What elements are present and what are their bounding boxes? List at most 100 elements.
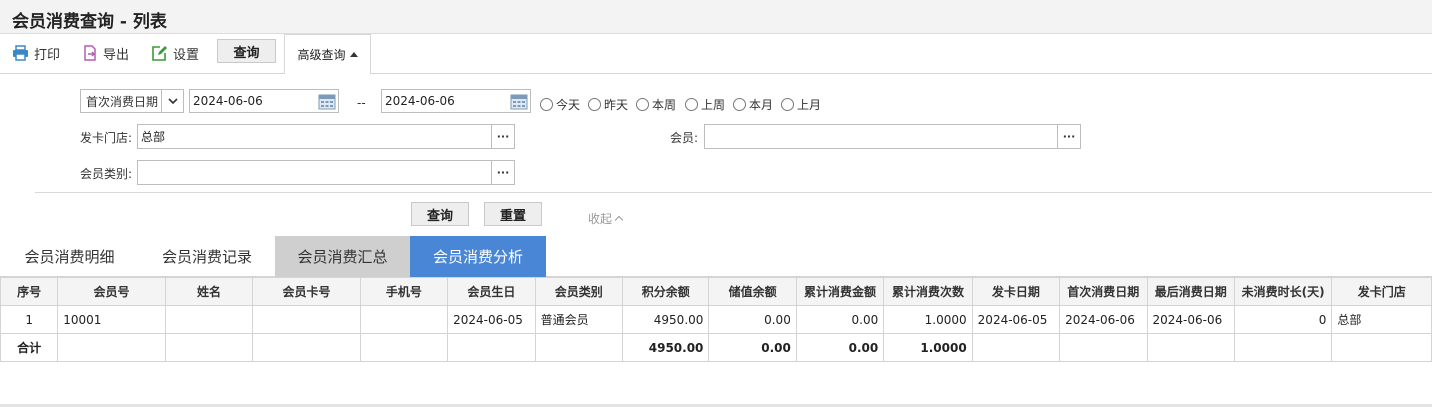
total-cell	[1146, 333, 1235, 362]
reset-button[interactable]: 重置	[484, 202, 542, 226]
member-field[interactable]: ···	[704, 124, 1081, 149]
total-cell	[1059, 333, 1148, 362]
date-type-select[interactable]: 首次消费日期	[80, 89, 184, 113]
toolbar-query-button[interactable]: 查询	[217, 39, 276, 63]
radio-circle	[588, 98, 601, 111]
table-cell: 0.00	[795, 305, 885, 334]
total-cell	[447, 333, 536, 362]
total-cell	[1331, 333, 1432, 362]
radio-last-week[interactable]: 上周	[685, 96, 725, 113]
table-cell: 2024-06-05	[447, 305, 536, 334]
store-field[interactable]: 总部 ···	[137, 124, 515, 149]
page-title: 会员消费查询 - 列表	[12, 12, 167, 32]
store-more-button[interactable]: ···	[491, 125, 514, 148]
column-header[interactable]: 未消费时长(天)	[1233, 277, 1333, 306]
tab-consumption-detail[interactable]: 会员消费明细	[0, 236, 139, 277]
date-to-field[interactable]: 2024-06-06	[381, 89, 531, 113]
column-header[interactable]: 会员生日	[447, 277, 536, 306]
toolbar: 打印 导出 设置 查询 高级查询	[0, 34, 1432, 75]
print-label: 打印	[34, 47, 61, 63]
report-tabs: 会员消费明细 会员消费记录 会员消费汇总 会员消费分析	[0, 236, 1432, 277]
tab-consumption-analysis[interactable]: 会员消费分析	[410, 236, 546, 277]
column-header[interactable]: 发卡日期	[971, 277, 1061, 306]
table-cell: 1	[0, 305, 59, 334]
data-grid: 序号 会员号 姓名 会员卡号 手机号 会员生日 会员类别 积分余额 储值余额 累…	[0, 277, 1432, 362]
table-cell: 总部	[1331, 305, 1432, 334]
column-header[interactable]: 会员卡号	[252, 277, 361, 306]
table-cell: 4950.00	[621, 305, 710, 334]
category-field[interactable]: ···	[137, 160, 515, 185]
export-label: 导出	[103, 47, 130, 63]
total-cell: 0.00	[708, 333, 797, 362]
table-cell: 10001	[57, 305, 166, 334]
member-more-button[interactable]: ···	[1057, 125, 1080, 148]
filter-divider	[35, 192, 1432, 193]
table-cell: 0	[1233, 305, 1333, 334]
edit-icon	[151, 45, 168, 61]
date-type-value: 首次消费日期	[86, 94, 159, 109]
calendar-icon[interactable]	[316, 90, 338, 112]
radio-last-month[interactable]: 上月	[781, 96, 821, 113]
column-header[interactable]: 发卡门店	[1331, 277, 1432, 306]
export-button[interactable]: 导出	[82, 42, 129, 64]
radio-circle	[540, 98, 553, 111]
chevron-down-icon	[161, 90, 183, 112]
column-header[interactable]: 手机号	[359, 277, 449, 306]
radio-circle	[636, 98, 649, 111]
column-header[interactable]: 会员类别	[534, 277, 623, 306]
category-label: 会员类别:	[80, 167, 133, 181]
total-cell: 合计	[0, 333, 59, 362]
printer-icon	[12, 45, 29, 61]
column-header[interactable]: 会员号	[57, 277, 166, 306]
total-cell	[164, 333, 254, 362]
column-header[interactable]: 累计消费金额	[795, 277, 885, 306]
export-icon	[82, 45, 98, 61]
radio-circle	[733, 98, 746, 111]
caret-up-icon	[349, 52, 358, 57]
column-header[interactable]: 储值余额	[708, 277, 797, 306]
column-header[interactable]: 累计消费次数	[883, 277, 973, 306]
radio-label: 上周	[701, 98, 726, 112]
column-header[interactable]: 首次消费日期	[1059, 277, 1148, 306]
date-to-value: 2024-06-06	[385, 94, 455, 108]
total-cell	[971, 333, 1061, 362]
column-header[interactable]: 积分余额	[621, 277, 710, 306]
tab-consumption-summary[interactable]: 会员消费汇总	[275, 236, 410, 277]
column-header[interactable]: 序号	[0, 277, 59, 306]
store-value: 总部	[141, 130, 166, 144]
advanced-query-tab[interactable]: 高级查询	[284, 34, 371, 75]
date-from-field[interactable]: 2024-06-06	[189, 89, 339, 113]
table-cell: 2024-06-06	[1146, 305, 1235, 334]
collapse-toggle[interactable]: 收起	[588, 210, 624, 227]
title-bar: 会员消费查询 - 列表	[0, 0, 1432, 34]
table-cell: 0.00	[708, 305, 797, 334]
column-header[interactable]: 最后消费日期	[1146, 277, 1235, 306]
calendar-icon[interactable]	[508, 90, 530, 112]
table-row[interactable]: 1 10001 2024-06-05 普通会员 4950.00 0.00 0.0…	[0, 305, 1432, 334]
category-more-button[interactable]: ···	[491, 161, 514, 184]
column-header[interactable]: 姓名	[164, 277, 254, 306]
print-button[interactable]: 打印	[12, 42, 60, 64]
table-cell: 2024-06-05	[971, 305, 1061, 334]
tab-consumption-records[interactable]: 会员消费记录	[139, 236, 275, 277]
total-cell: 1.0000	[883, 333, 973, 362]
table-header-row: 序号 会员号 姓名 会员卡号 手机号 会员生日 会员类别 积分余额 储值余额 累…	[0, 277, 1432, 306]
table-cell: 1.0000	[883, 305, 973, 334]
settings-button[interactable]: 设置	[151, 42, 199, 64]
date-from-value: 2024-06-06	[193, 94, 263, 108]
table-cell: 普通会员	[534, 305, 623, 334]
radio-label: 本周	[652, 98, 677, 112]
search-button[interactable]: 查询	[411, 202, 469, 226]
radio-this-week[interactable]: 本周	[636, 96, 676, 113]
table-cell: 2024-06-06	[1059, 305, 1148, 334]
radio-this-month[interactable]: 本月	[733, 96, 773, 113]
radio-label: 上月	[797, 98, 822, 112]
radio-yesterday[interactable]: 昨天	[588, 96, 628, 113]
radio-label: 本月	[749, 98, 774, 112]
table-cell	[164, 305, 254, 334]
chevron-up-icon	[614, 215, 624, 225]
advanced-query-label: 高级查询	[297, 48, 346, 62]
total-cell	[1233, 333, 1333, 362]
radio-today[interactable]: 今天	[540, 96, 580, 113]
total-cell	[252, 333, 361, 362]
